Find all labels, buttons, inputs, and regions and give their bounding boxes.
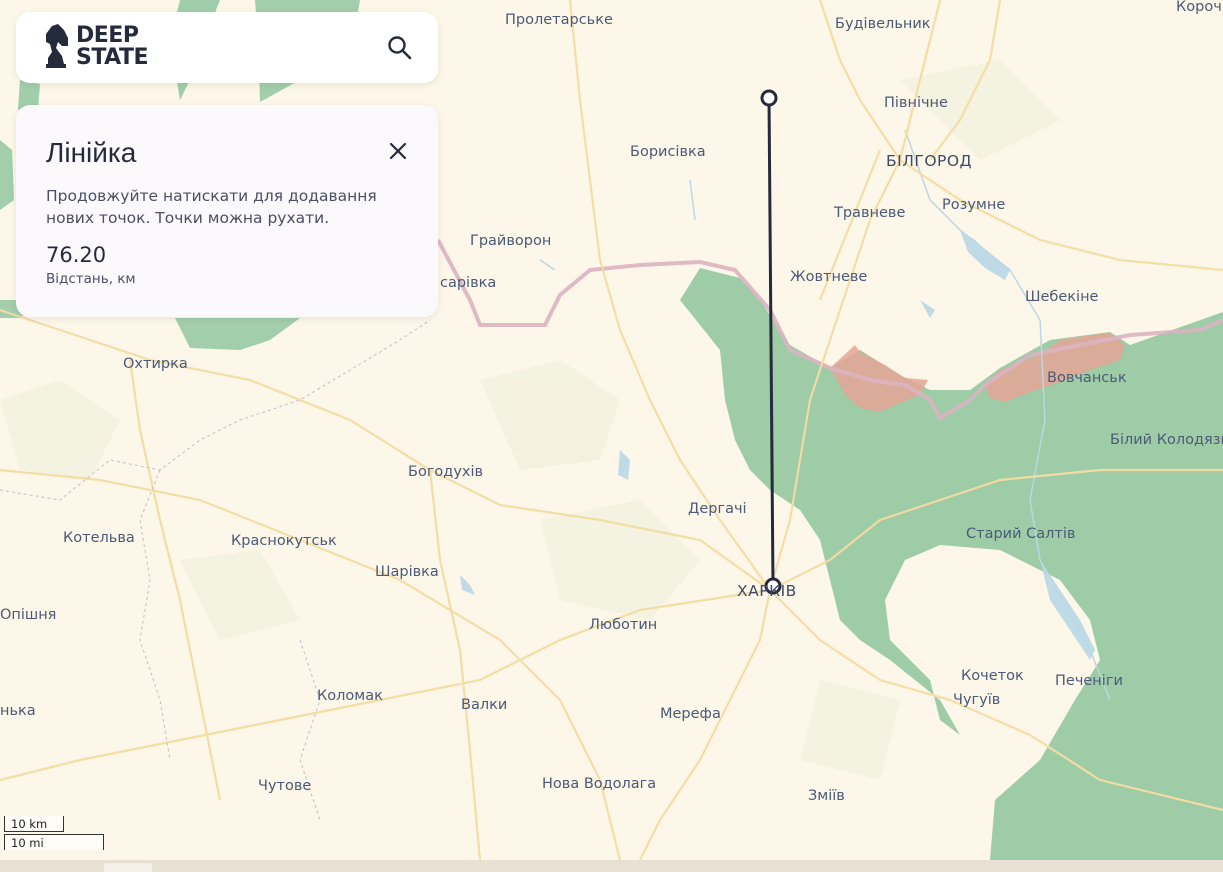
logo-line2: STATE [76,45,149,70]
label-kochetok: Кочеток [961,668,1024,684]
label-kotelva: Котельва [63,530,135,546]
bottom-bar [0,860,1223,872]
ruler-distance-value: 76.20 [46,243,107,267]
logo-line1: DEEP [76,23,139,48]
knight-logo-icon [46,24,68,68]
label-kolomak: Коломак [317,688,383,704]
label-chuhuiv: Чугуїв [953,692,1000,708]
label-bilyi-kolodiaz: Білий Колодязь [1110,432,1223,448]
label-zhovtneve: Жовтневе [790,269,867,285]
label-zmiiv: Зміїв [808,788,845,804]
label-opishnia: Опішня [0,607,56,623]
label-borysivka: Борисівка [630,144,706,160]
label-staryi-saltiv: Старий Салтів [966,526,1075,542]
label-sharivka: Шарівка [375,564,439,580]
logo-text: DEEP STATE [76,23,149,70]
label-shebekine: Шебекіне [1025,289,1099,305]
label-vovchansk: Вовчанськ [1047,370,1127,386]
label-hraivoron: Грайворон [470,233,551,249]
close-ruler-button[interactable] [388,141,408,161]
label-travneve: Травневе [833,205,905,221]
label-korocha: Короч [1176,0,1222,15]
ruler-hint: Продовжуйте натискати для додавання нови… [46,187,377,227]
label-proletarske: Пролетарське [505,12,613,28]
ruler-title: Лінійка [46,137,137,168]
label-merefa: Мерефа [660,706,721,722]
label-budivelnyk: Будівельник [835,16,931,32]
label-bohodukhiv: Богодухів [408,464,483,480]
bottom-tab[interactable] [104,863,152,872]
ruler-panel: Лінійка Продовжуйте натискати для додава… [16,105,438,317]
deepstate-logo[interactable]: DEEP STATE [44,23,149,70]
scale-mi: 10 mi [4,834,104,850]
ruler-distance-label: Відстань, км [46,271,136,287]
label-bilhorod: БІЛГОРОД [886,152,972,170]
label-kharkiv: ХАРКІВ [737,582,797,600]
scale-km: 10 km [4,816,64,832]
label-okhtyrka: Охтирка [123,356,188,372]
label-rozumne: Розумне [942,197,1005,213]
header-card: DEEP STATE [16,12,438,83]
ruler-point-start[interactable] [760,89,778,107]
label-nka: нька [0,703,36,719]
label-chutove: Чутове [258,778,311,794]
label-valky: Валки [461,697,507,713]
label-derhachi: Дергачі [688,501,747,517]
label-nova-vodolaha: Нова Водолага [542,776,656,792]
close-icon [389,142,407,160]
label-liubotyn: Люботин [589,617,657,633]
label-pivnichne: Північне [884,95,948,111]
label-krasnokutsk: Краснокутськ [231,533,337,549]
search-button[interactable] [386,34,414,62]
search-icon [388,36,412,60]
label-pechenihy: Печеніги [1055,673,1123,689]
label-sarivka: сарівка [440,275,496,291]
